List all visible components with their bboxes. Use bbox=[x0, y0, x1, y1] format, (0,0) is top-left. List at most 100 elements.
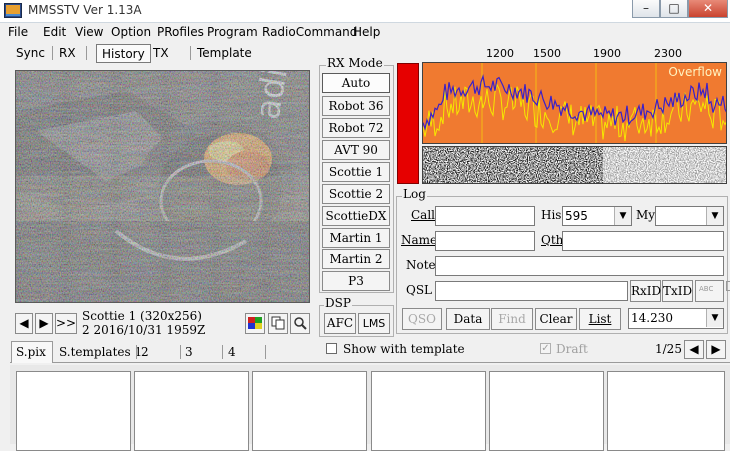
thumbnail-slot[interactable] bbox=[16, 371, 131, 451]
prev-page-button[interactable]: ◀ bbox=[684, 340, 704, 359]
tab-3[interactable]: 3 bbox=[185, 343, 193, 362]
list-button[interactable]: List bbox=[579, 308, 621, 330]
thumbnail-slot[interactable] bbox=[607, 371, 725, 451]
tab-separator bbox=[180, 345, 181, 359]
tab-separator bbox=[136, 345, 137, 359]
name-field[interactable] bbox=[435, 231, 535, 251]
tab-sync[interactable]: Sync bbox=[11, 44, 50, 63]
tab-separator bbox=[265, 345, 266, 359]
tab-separator bbox=[86, 46, 87, 60]
menu-view[interactable]: View bbox=[75, 25, 103, 39]
mode-avt90-button[interactable]: AVT 90 bbox=[322, 140, 390, 160]
lms-button[interactable]: LMS bbox=[358, 313, 390, 334]
freq-tick-1500: 1500 bbox=[533, 47, 561, 60]
menu-bar: File Edit View Option PRofiles Program R… bbox=[0, 23, 730, 42]
menu-file[interactable]: File bbox=[8, 25, 28, 39]
my-combo[interactable]: ▼ bbox=[655, 206, 724, 226]
rxid-button[interactable]: RxID bbox=[630, 280, 661, 302]
mode-robot72-button[interactable]: Robot 72 bbox=[322, 118, 390, 138]
zoom-icon[interactable] bbox=[290, 313, 310, 334]
next-page-button[interactable]: ▶ bbox=[706, 340, 726, 359]
spectrum-display[interactable]: Overflow bbox=[422, 62, 727, 144]
draft-label: Draft bbox=[556, 342, 588, 356]
menu-option[interactable]: Option bbox=[111, 25, 151, 39]
next-image-button[interactable]: ▶ bbox=[35, 313, 53, 334]
mode-p3-button[interactable]: P3 bbox=[322, 271, 390, 291]
tab-4[interactable]: 4 bbox=[228, 343, 236, 362]
find-button[interactable]: Find bbox=[491, 308, 533, 330]
mode-scottie2-button[interactable]: Scottie 2 bbox=[322, 184, 390, 204]
frequency-combo[interactable]: 14.230 ▼ bbox=[628, 308, 724, 329]
tab-stemplates-1[interactable]: S.templates 1 bbox=[59, 343, 142, 362]
menu-help[interactable]: Help bbox=[353, 25, 380, 39]
close-button[interactable]: ✕ bbox=[688, 0, 728, 18]
color-palette-icon[interactable] bbox=[245, 313, 265, 334]
chevron-down-icon[interactable]: ▼ bbox=[614, 207, 631, 225]
menu-radiocommand[interactable]: RadioCommand bbox=[262, 25, 357, 39]
txid-button[interactable]: TxID bbox=[662, 280, 693, 302]
tab-template[interactable]: Template bbox=[192, 44, 257, 63]
tab-rx[interactable]: RX bbox=[54, 44, 81, 63]
fast-forward-button[interactable]: >> bbox=[55, 313, 77, 334]
thumbnail-slot[interactable] bbox=[489, 371, 604, 451]
draft-checkbox[interactable]: ✓ bbox=[540, 343, 551, 354]
qth-field[interactable] bbox=[562, 231, 724, 251]
show-template-checkbox[interactable] bbox=[326, 343, 337, 354]
tab-history[interactable]: History bbox=[96, 44, 151, 63]
window-title: MMSSTV Ver 1.13A bbox=[28, 3, 142, 17]
menu-edit[interactable]: Edit bbox=[43, 25, 66, 39]
freq-tick-2300: 2300 bbox=[654, 47, 682, 60]
tab-2[interactable]: 2 bbox=[141, 343, 149, 362]
call-field[interactable] bbox=[435, 206, 535, 226]
tab-separator bbox=[190, 46, 191, 60]
note-field[interactable] bbox=[435, 256, 724, 276]
his-label: His bbox=[541, 208, 562, 222]
app-icon bbox=[4, 3, 22, 18]
his-combo[interactable]: 595 ▼ bbox=[562, 206, 632, 226]
copy-icon[interactable] bbox=[268, 313, 288, 334]
signal-level-meter bbox=[397, 63, 419, 184]
log-label: Log bbox=[402, 187, 427, 201]
data-button[interactable]: Data bbox=[446, 308, 490, 330]
abc-icon-text: ABC bbox=[699, 285, 714, 293]
thumbnail-slot[interactable] bbox=[371, 371, 486, 451]
name-label: Name bbox=[401, 233, 438, 247]
page-indicator: 1/25 bbox=[655, 342, 682, 356]
note-label: Note bbox=[406, 258, 436, 272]
bottom-tabs-divider bbox=[10, 362, 730, 363]
abc-icon[interactable]: ABC bbox=[695, 280, 730, 302]
menu-profiles[interactable]: PRofiles bbox=[157, 25, 204, 39]
show-template-label: Show with template bbox=[343, 342, 465, 356]
mode-robot36-button[interactable]: Robot 36 bbox=[322, 96, 390, 116]
mode-scottiedx-button[interactable]: ScottieDX bbox=[322, 206, 390, 226]
waterfall-display[interactable] bbox=[422, 146, 727, 184]
image-date-info: 2 2016/10/31 1959Z bbox=[82, 323, 206, 337]
my-label: My bbox=[636, 208, 656, 222]
overflow-label: Overflow bbox=[668, 65, 722, 79]
thumbnail-slot[interactable] bbox=[252, 371, 367, 451]
afc-button[interactable]: AFC bbox=[324, 313, 356, 334]
chevron-down-icon[interactable]: ▼ bbox=[706, 309, 723, 327]
freq-tick-1200: 1200 bbox=[486, 47, 514, 60]
rx-mode-label: RX Mode bbox=[326, 56, 384, 70]
menu-program[interactable]: Program bbox=[207, 25, 258, 39]
his-value: 595 bbox=[565, 209, 588, 223]
chevron-down-icon[interactable]: ▼ bbox=[706, 207, 723, 225]
tab-spix[interactable]: S.pix bbox=[11, 341, 53, 363]
freq-tick-1900: 1900 bbox=[593, 47, 621, 60]
qso-button[interactable]: QSO bbox=[402, 308, 442, 330]
prev-image-button[interactable]: ◀ bbox=[15, 313, 33, 334]
tab-tx[interactable]: TX bbox=[148, 44, 174, 63]
frequency-value: 14.230 bbox=[631, 311, 673, 325]
mode-martin2-button[interactable]: Martin 2 bbox=[322, 249, 390, 269]
mode-scottie1-button[interactable]: Scottie 1 bbox=[322, 162, 390, 182]
mode-auto-button[interactable]: Auto bbox=[322, 73, 390, 93]
maximize-button[interactable]: □ bbox=[660, 0, 688, 18]
clear-button[interactable]: Clear bbox=[535, 308, 577, 330]
tab-separator bbox=[52, 46, 53, 60]
minimize-button[interactable]: – bbox=[632, 0, 660, 18]
qsl-field[interactable] bbox=[435, 281, 628, 301]
qth-label: Qth bbox=[541, 233, 564, 247]
thumbnail-slot[interactable] bbox=[134, 371, 249, 451]
mode-martin1-button[interactable]: Martin 1 bbox=[322, 228, 390, 248]
